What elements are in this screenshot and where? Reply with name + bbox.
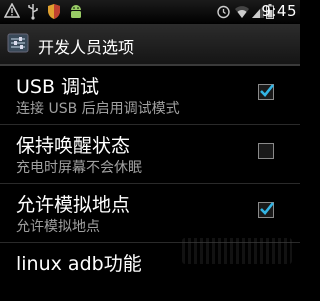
settings-icon[interactable] <box>7 33 29 57</box>
shield-icon <box>46 3 62 24</box>
mock-locations-checkbox[interactable] <box>258 202 275 218</box>
setting-summary: 允许模拟地点 <box>16 219 100 235</box>
android-icon <box>68 3 84 24</box>
status-bar: 9:45 <box>0 0 300 24</box>
setting-mock-locations[interactable]: 允许模拟地点 允许模拟地点 <box>0 184 300 243</box>
checkmark-icon <box>260 84 275 97</box>
setting-summary: 连接 USB 后启用调试模式 <box>16 101 180 117</box>
settings-list: USB 调试 连接 USB 后启用调试模式 保持唤醒状态 充电时屏幕不会休眠 允… <box>0 66 300 301</box>
setting-title: 保持唤醒状态 <box>16 135 131 157</box>
usb-debugging-checkbox[interactable] <box>258 84 275 100</box>
setting-title: 允许模拟地点 <box>16 194 131 216</box>
action-bar: 开发人员选项 <box>0 24 300 66</box>
status-time: 9:45 <box>261 2 297 20</box>
setting-stay-awake[interactable]: 保持唤醒状态 充电时屏幕不会休眠 <box>0 125 300 184</box>
watermark <box>182 238 292 264</box>
checkmark-icon <box>260 202 275 215</box>
page-title: 开发人员选项 <box>38 38 135 57</box>
usb-icon <box>26 3 40 24</box>
setting-title: USB 调试 <box>16 76 100 98</box>
setting-usb-debugging[interactable]: USB 调试 连接 USB 后启用调试模式 <box>0 66 300 125</box>
stay-awake-checkbox[interactable] <box>258 143 274 159</box>
alarm-icon <box>216 4 231 23</box>
warning-icon <box>3 2 21 23</box>
wifi-icon <box>234 4 250 23</box>
setting-summary: 充电时屏幕不会休眠 <box>16 160 142 176</box>
